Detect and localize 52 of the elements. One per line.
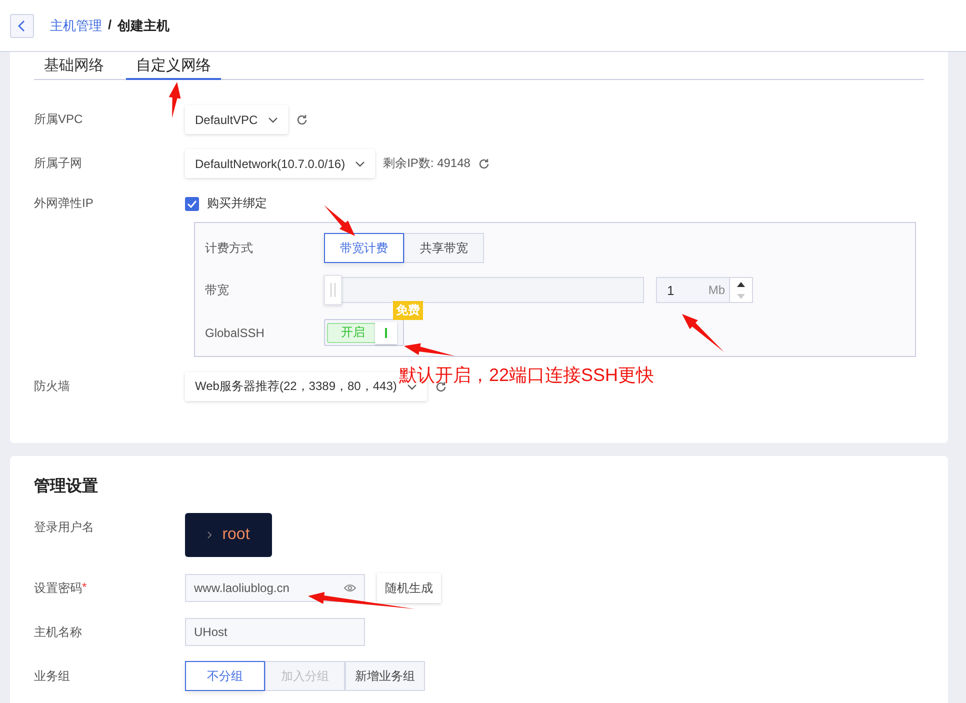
field-label: 登录用户名 — [34, 519, 94, 536]
required-mark: * — [82, 580, 87, 596]
field-label: GlobalSSH — [205, 326, 266, 340]
checkbox[interactable] — [185, 196, 199, 210]
field-label: 所属VPC — [34, 111, 84, 128]
network-tab[interactable]: 基础网络 — [34, 52, 114, 80]
vpc-dropdown[interactable]: DefaultVPC — [185, 105, 288, 134]
field-label: 防火墙 — [34, 378, 71, 395]
eye-icon[interactable] — [344, 584, 356, 592]
bandwidth-input[interactable]: 1 Mb — [656, 277, 730, 303]
free-badge: 免费 — [393, 301, 423, 320]
refresh-icon[interactable] — [478, 158, 490, 170]
breadcrumb-link[interactable]: 主机管理 — [50, 16, 102, 34]
annotation-arrow — [682, 314, 724, 352]
prompt-chevron-icon — [207, 531, 212, 539]
annotation-arrow — [324, 205, 355, 236]
field-label: 设置密码 — [34, 580, 82, 596]
annotation-arrow — [404, 343, 455, 356]
breadcrumb-separator: / — [108, 16, 112, 34]
check-icon — [187, 200, 197, 208]
hostname-field[interactable]: UHost — [185, 618, 365, 646]
username-display: root — [185, 513, 272, 557]
chevron-down-icon — [406, 384, 417, 390]
field-label: 外网弹性IP — [34, 195, 94, 212]
group-option[interactable]: 不分组 — [185, 661, 265, 691]
bandwidth-slider[interactable] — [324, 277, 644, 303]
field-label: 业务组 — [34, 668, 71, 684]
subnet-dropdown[interactable]: DefaultNetwork(10.7.0.0/16) — [185, 149, 376, 178]
billing-option[interactable]: 共享带宽 — [404, 233, 484, 263]
random-generate-button[interactable]: 随机生成 — [377, 573, 441, 603]
field-label: 所属子网 — [34, 155, 83, 172]
back-button[interactable] — [10, 14, 34, 38]
refresh-icon[interactable] — [296, 114, 308, 126]
billing-option[interactable]: 带宽计费 — [324, 233, 404, 263]
annotation-arrow — [168, 82, 181, 118]
password-field[interactable]: www.laoliublog.cn — [185, 574, 365, 602]
caret-down-icon — [737, 294, 745, 298]
chevron-left-icon — [18, 20, 26, 32]
field-label: 计费方式 — [205, 240, 254, 256]
chevron-down-icon — [268, 116, 278, 122]
checkbox-label: 购买并绑定 — [207, 195, 267, 212]
network-tab[interactable]: 自定义网络 — [126, 52, 221, 80]
chevron-down-icon — [355, 160, 366, 166]
remaining-ip-count: 剩余IP数: 49148 — [383, 155, 470, 172]
caret-up-icon — [737, 282, 745, 286]
field-label: 主机名称 — [34, 624, 83, 640]
slider-handle[interactable] — [324, 275, 342, 305]
field-label: 带宽 — [205, 282, 230, 298]
breadcrumb-current: 创建主机 — [118, 16, 170, 34]
section-title: 管理设置 — [34, 476, 99, 497]
grip-icon — [330, 283, 336, 297]
group-option[interactable]: 新增业务组 — [345, 661, 425, 691]
